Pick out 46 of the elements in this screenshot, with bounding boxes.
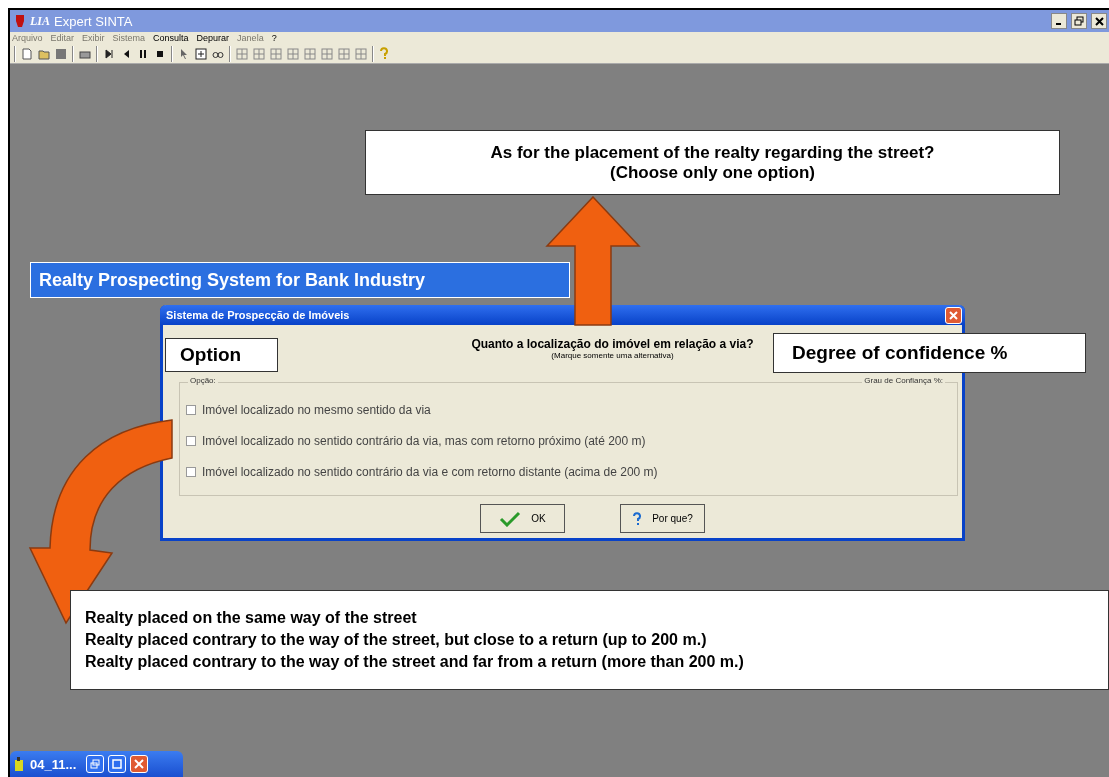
question-text: Quanto a localização do imóvel em relação a via? [471, 337, 754, 351]
menu-item[interactable]: Depurar [196, 33, 230, 43]
close-icon [1094, 16, 1104, 26]
checkmark-icon [499, 510, 522, 527]
app-logo-icon [14, 14, 26, 28]
maximize-icon [112, 759, 123, 769]
checkbox[interactable] [186, 467, 196, 477]
banner: Realty Prospecting System for Bank Industry [30, 262, 570, 298]
app-logo-text: LIA [30, 13, 50, 29]
option-label: Imóvel localizado no mesmo sentido da via [202, 403, 431, 417]
close-icon [949, 310, 958, 320]
ok-button[interactable]: OK [480, 504, 565, 533]
step-icon[interactable] [103, 47, 115, 60]
restore-icon [90, 759, 101, 769]
restore-icon [1074, 16, 1084, 26]
app-icon [14, 756, 26, 772]
pause-icon[interactable] [137, 47, 149, 60]
save-icon[interactable] [55, 47, 67, 60]
question-callout: As for the placement of the realty regarding the street? (Choose only one option) [365, 130, 1060, 195]
open-folder-icon[interactable] [38, 47, 50, 60]
options-callout: Realty placed on the same way of the street Realty placed contrary to the way of the street, but close to a return (up to 200 m.) Realty placed contrary to the way of the street and far from a return (more than 200 m.) [70, 590, 1109, 690]
minimize-button[interactable] [1051, 13, 1067, 29]
window-title: Expert SINTA [54, 13, 133, 29]
dialog-title: Sistema de Prospecção de Imóveis [166, 309, 350, 321]
close-button[interactable] [1091, 13, 1107, 29]
new-document-icon[interactable] [21, 47, 33, 60]
confidence-callout: Degree of confidence % [773, 333, 1086, 373]
hint-text: (Marque somente uma alternativa) [551, 351, 674, 360]
question-mark-icon [632, 511, 643, 526]
minimized-title: 04_11... [30, 756, 77, 772]
checkbox[interactable] [186, 405, 196, 415]
close-icon [134, 759, 145, 769]
expand-icon[interactable] [195, 47, 207, 60]
menu-item[interactable]: Consulta [153, 33, 189, 43]
why-button[interactable]: Por que? [620, 504, 705, 533]
checkbox[interactable] [186, 436, 196, 446]
option-label: Imóvel localizado no sentido contrário da via e com retorno distante (acima de 200 m) [202, 465, 658, 479]
menu-item[interactable]: ? [271, 33, 277, 43]
cursor-icon[interactable] [178, 47, 190, 60]
option-label: Imóvel localizado no sentido contrário da via, mas com retorno próximo (até 200 m) [202, 434, 646, 448]
restore-button[interactable] [1071, 13, 1087, 29]
group-label: Opção: [188, 376, 218, 385]
option-callout: Option [165, 338, 278, 372]
maximize-button[interactable] [108, 755, 127, 773]
minimized-window[interactable]: 04_11... [10, 751, 183, 777]
confidence-label: Grau de Confiança %: [862, 376, 945, 385]
